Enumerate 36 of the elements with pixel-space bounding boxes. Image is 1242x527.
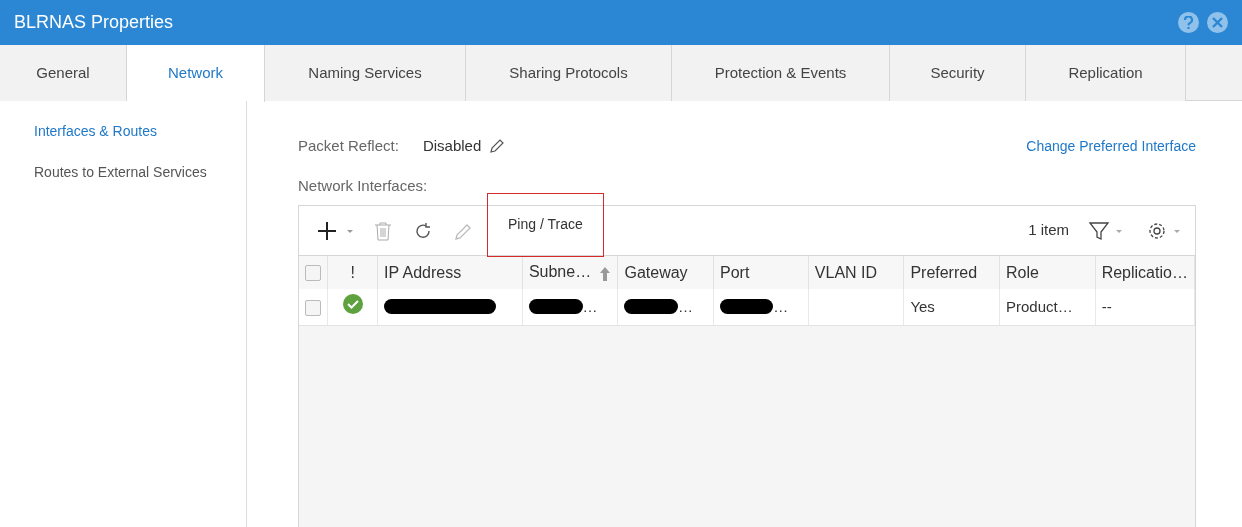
field-value: Disabled — [422, 136, 482, 156]
field-label: Packet Reflect: — [298, 136, 399, 156]
column-header[interactable]: Role — [999, 256, 1096, 289]
column-header[interactable]: Replicatio… — [1095, 256, 1195, 289]
tab[interactable]: Network — [127, 45, 265, 102]
tab[interactable]: General — [0, 45, 127, 101]
ping-trace-button[interactable]: Ping / Trace — [488, 193, 603, 256]
column-header[interactable]: Preferred — [903, 256, 1000, 289]
tab[interactable]: Replication — [1026, 45, 1186, 101]
section-label: Network Interfaces: — [298, 175, 429, 196]
close-icon[interactable] — [1207, 12, 1228, 33]
sidebar-item[interactable]: Interfaces & Routes — [0, 121, 157, 142]
tab[interactable]: Naming Services — [265, 45, 466, 101]
change-preferred-link[interactable]: Change Preferred Interface — [1026, 135, 1196, 157]
column-header[interactable]: IP Address — [377, 256, 523, 289]
row-checkbox[interactable] — [305, 299, 321, 316]
tab[interactable]: Sharing Protocols — [466, 45, 672, 101]
table-cell-text: Yes — [910, 296, 935, 317]
tab[interactable]: Protection & Events — [672, 45, 890, 101]
sidebar-item[interactable]: Routes to External Services — [0, 162, 207, 183]
column-header[interactable]: Subne… — [522, 256, 618, 289]
tab[interactable]: Security — [890, 45, 1026, 101]
window-title: BLRNAS Properties — [14, 11, 174, 34]
column-header[interactable]: Port — [713, 256, 809, 289]
item-count: 1 item — [1028, 220, 1069, 241]
table-cell-text: Product… — [1006, 296, 1073, 317]
column-header[interactable]: ! — [328, 256, 378, 289]
table-cell-text: … — [678, 296, 694, 317]
table-cell-text: -- — [1101, 296, 1112, 317]
help-icon[interactable] — [1178, 12, 1199, 33]
table-cell-text: … — [773, 296, 789, 317]
column-header[interactable]: VLAN ID — [808, 256, 904, 289]
column-header[interactable]: Gateway — [617, 256, 714, 289]
table-cell-text: … — [582, 296, 598, 317]
edit-icon[interactable] — [489, 138, 505, 154]
select-all-checkbox[interactable] — [305, 265, 321, 282]
